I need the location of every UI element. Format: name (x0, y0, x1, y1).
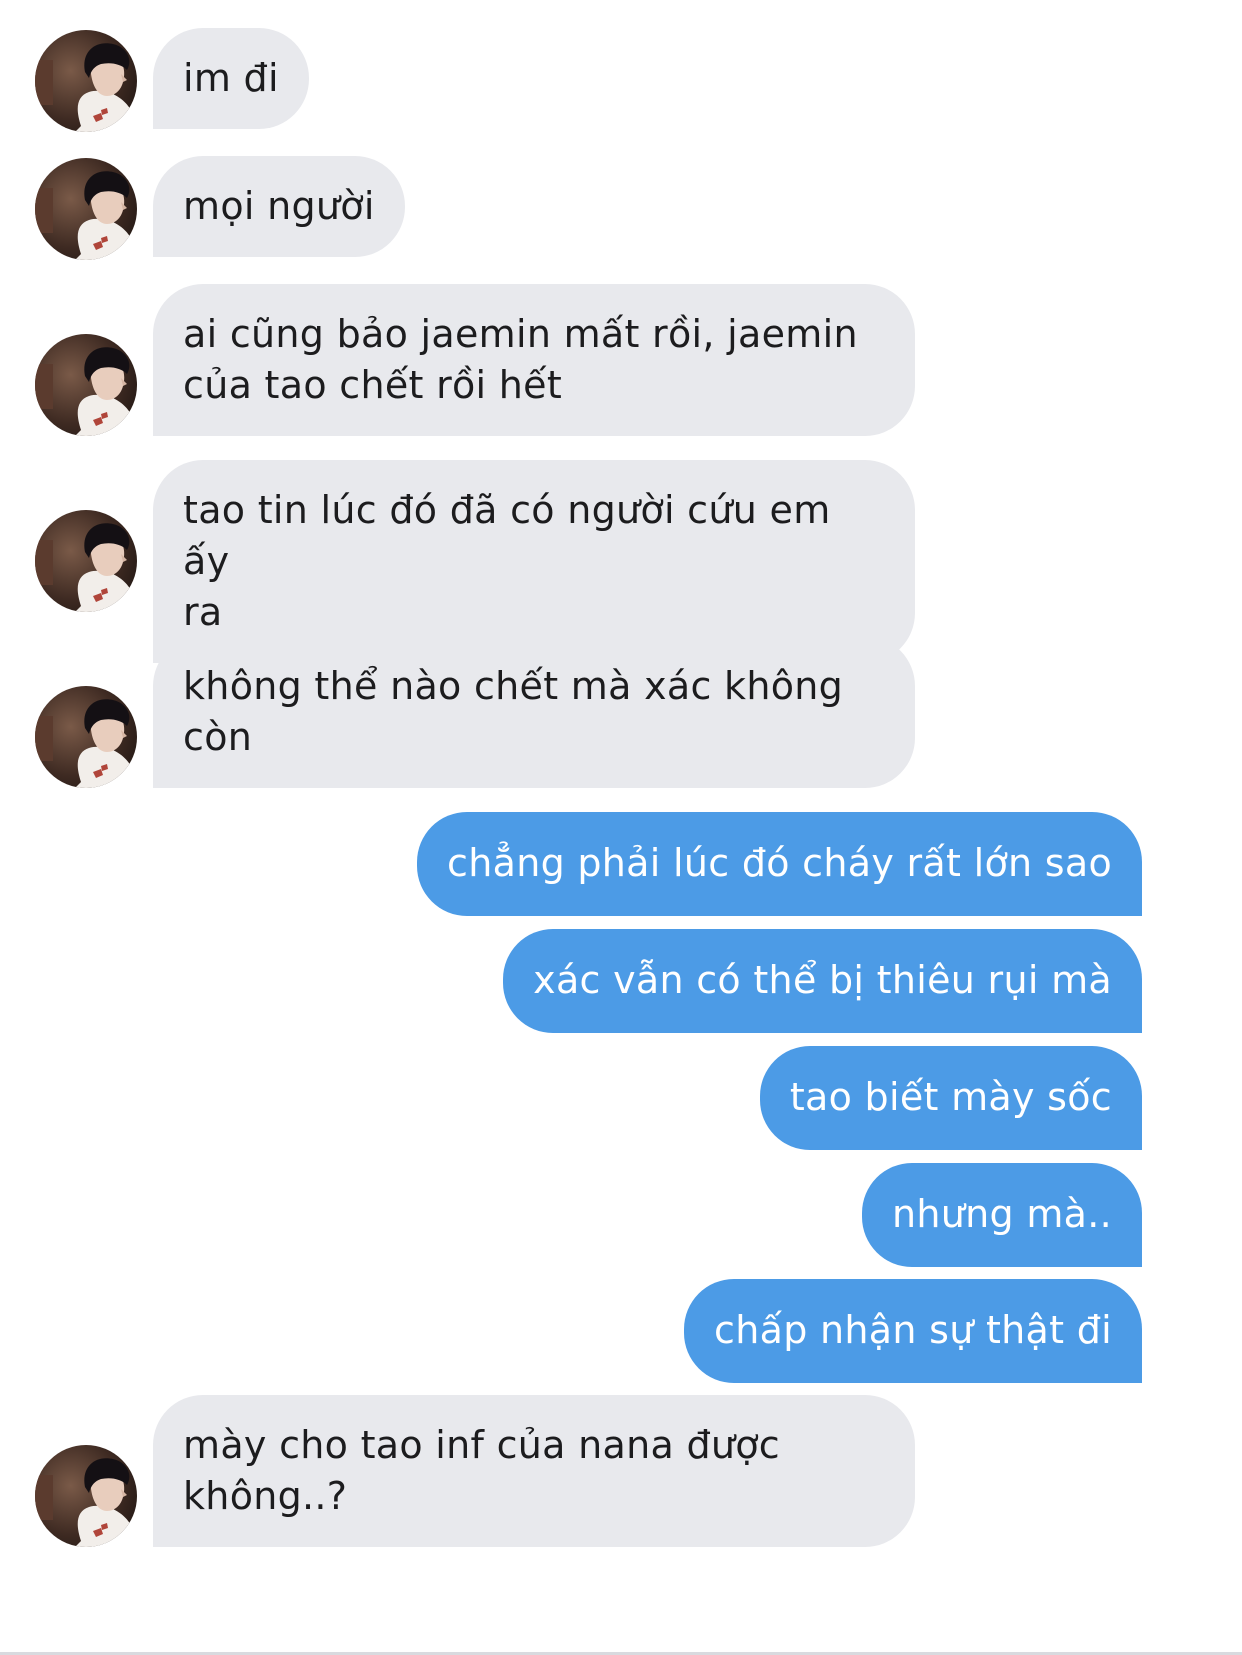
contact-avatar[interactable] (35, 334, 137, 436)
user-avatar-photo-icon (35, 510, 137, 612)
user-avatar-photo-icon (35, 30, 137, 132)
contact-avatar[interactable] (35, 158, 137, 260)
incoming-message-bubble[interactable]: ai cũng bảo jaemin mất rồi, jaemin của t… (153, 284, 915, 436)
contact-avatar[interactable] (35, 1445, 137, 1547)
outgoing-message-bubble[interactable]: chẳng phải lúc đó cháy rất lớn sao (417, 812, 1142, 916)
incoming-message-bubble[interactable]: không thể nào chết mà xác không còn (153, 636, 915, 788)
incoming-message-bubble[interactable]: tao tin lúc đó đã có người cứu em ấy ra (153, 460, 915, 663)
user-avatar-photo-icon (35, 686, 137, 788)
contact-avatar[interactable] (35, 510, 137, 612)
user-avatar-photo-icon (35, 334, 137, 436)
contact-avatar[interactable] (35, 686, 137, 788)
outgoing-message-bubble[interactable]: chấp nhận sự thật đi (684, 1279, 1142, 1383)
user-avatar-photo-icon (35, 158, 137, 260)
outgoing-message-bubble[interactable]: tao biết mày sốc (759, 1046, 1142, 1150)
outgoing-message-bubble[interactable]: nhưng mà.. (862, 1163, 1142, 1267)
outgoing-message-bubble[interactable]: xác vẫn có thể bị thiêu rụi mà (503, 929, 1142, 1033)
incoming-message-bubble[interactable]: im đi (153, 28, 309, 129)
incoming-message-bubble[interactable]: mọi người (153, 156, 405, 257)
chat-thread: im đi mọi người ai cũng bảo jaemin mất r… (0, 0, 1242, 1655)
contact-avatar[interactable] (35, 30, 137, 132)
incoming-message-bubble[interactable]: mày cho tao inf của nana được không..? (153, 1395, 915, 1547)
user-avatar-photo-icon (35, 1445, 137, 1547)
